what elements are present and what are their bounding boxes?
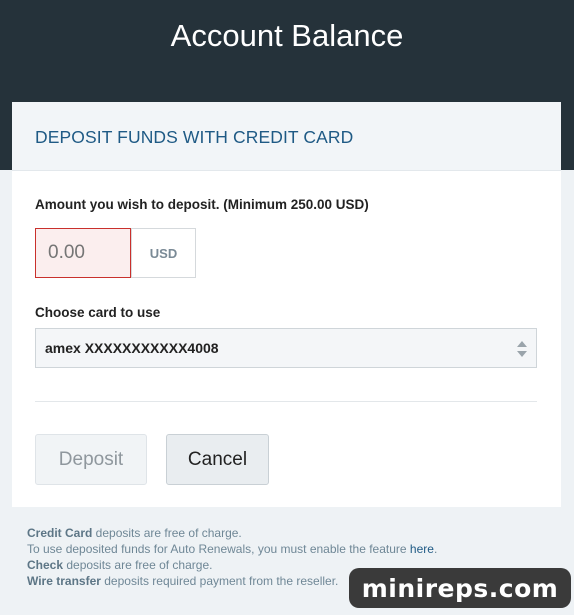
amount-label: Amount you wish to deposit. (Minimum 250… — [35, 197, 369, 212]
card-label: Choose card to use — [35, 305, 161, 320]
watermark: minireps.com — [349, 568, 571, 608]
note-credit-card: Credit Card deposits are free of charge. — [27, 526, 242, 540]
amount-input[interactable] — [35, 228, 131, 278]
card-select-value: amex XXXXXXXXXXX4008 — [45, 340, 219, 356]
currency-addon: USD — [131, 228, 196, 278]
deposit-card: DEPOSIT FUNDS WITH CREDIT CARD Amount yo… — [12, 102, 561, 507]
card-select[interactable]: amex XXXXXXXXXXX4008 — [35, 328, 537, 368]
enable-feature-link[interactable]: here — [410, 542, 434, 556]
card-header: DEPOSIT FUNDS WITH CREDIT CARD — [12, 102, 561, 171]
page-title: Account Balance — [170, 18, 404, 53]
cancel-button[interactable]: Cancel — [166, 434, 269, 485]
card-title: DEPOSIT FUNDS WITH CREDIT CARD — [35, 127, 354, 147]
deposit-button[interactable]: Deposit — [35, 434, 147, 485]
note-auto-renewals: To use deposited funds for Auto Renewals… — [27, 542, 438, 556]
divider — [35, 401, 537, 402]
select-arrows-icon — [517, 341, 527, 357]
